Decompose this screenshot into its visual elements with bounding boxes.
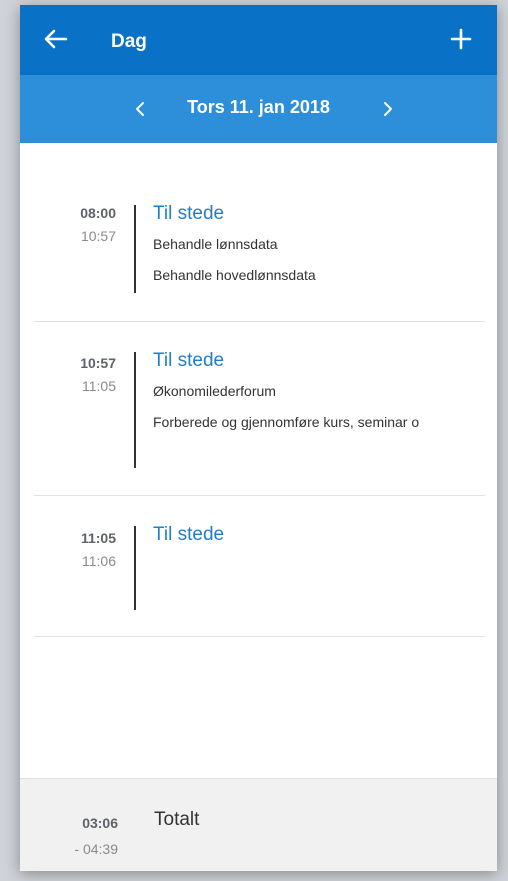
entry-divider-bar bbox=[134, 205, 136, 293]
time-entry[interactable]: 11:05 11:06 Til stede bbox=[34, 496, 485, 637]
total-range: - 04:39 bbox=[74, 841, 118, 857]
entry-description: Behandle hovedlønnsdata bbox=[153, 267, 316, 283]
entry-content: Til stede bbox=[153, 524, 481, 546]
entry-times: 08:00 10:57 bbox=[34, 205, 116, 244]
entry-start-time: 10:57 bbox=[80, 355, 116, 371]
chevron-right-icon bbox=[384, 102, 392, 116]
back-button[interactable] bbox=[36, 19, 76, 59]
entry-divider-bar bbox=[134, 352, 136, 468]
entry-status: Til stede bbox=[153, 524, 225, 545]
app-screen: Dag Tors 11. jan 2018 08:00 10:57 Til st… bbox=[20, 5, 497, 871]
add-button[interactable] bbox=[441, 19, 481, 59]
time-entry-list: 08:00 10:57 Til stede Behandle lønnsdata… bbox=[20, 143, 497, 637]
entry-end-time: 10:57 bbox=[80, 228, 116, 244]
time-entry[interactable]: 10:57 11:05 Til stede Økonomilederforum … bbox=[34, 322, 485, 496]
entry-content: Til stede Økonomilederforum Forberede og… bbox=[153, 350, 481, 432]
entry-start-time: 11:05 bbox=[80, 530, 116, 546]
entry-end-time: 11:05 bbox=[82, 378, 116, 394]
entry-times: 11:05 11:06 bbox=[34, 530, 116, 569]
date-navigation-bar: Tors 11. jan 2018 bbox=[20, 75, 497, 143]
entry-content: Til stede Behandle lønnsdata Behandle ho… bbox=[153, 203, 481, 285]
next-day-button[interactable] bbox=[368, 89, 408, 129]
entry-start-time: 08:00 bbox=[80, 205, 116, 221]
plus-icon bbox=[450, 28, 472, 50]
current-date: Tors 11. jan 2018 bbox=[187, 97, 330, 117]
entry-status: Til stede bbox=[153, 203, 225, 224]
page-title: Dag bbox=[111, 31, 147, 52]
time-entry[interactable]: 08:00 10:57 Til stede Behandle lønnsdata… bbox=[34, 143, 485, 322]
app-bar: Dag bbox=[20, 5, 497, 75]
total-bar: 03:06 - 04:39 Totalt bbox=[20, 778, 497, 871]
entry-times: 10:57 11:05 bbox=[34, 355, 116, 394]
entry-activity: Behandle lønnsdata bbox=[153, 236, 278, 252]
entry-activity: Økonomilederforum bbox=[153, 383, 276, 399]
entry-divider-bar bbox=[134, 526, 136, 610]
total-label: Totalt bbox=[154, 809, 200, 830]
arrow-left-icon bbox=[44, 29, 68, 49]
entry-status: Til stede bbox=[153, 350, 225, 371]
total-time: 03:06 bbox=[82, 815, 118, 831]
entry-end-time: 11:06 bbox=[82, 553, 116, 569]
entry-description: Forberede og gjennomføre kurs, seminar o bbox=[153, 414, 420, 430]
